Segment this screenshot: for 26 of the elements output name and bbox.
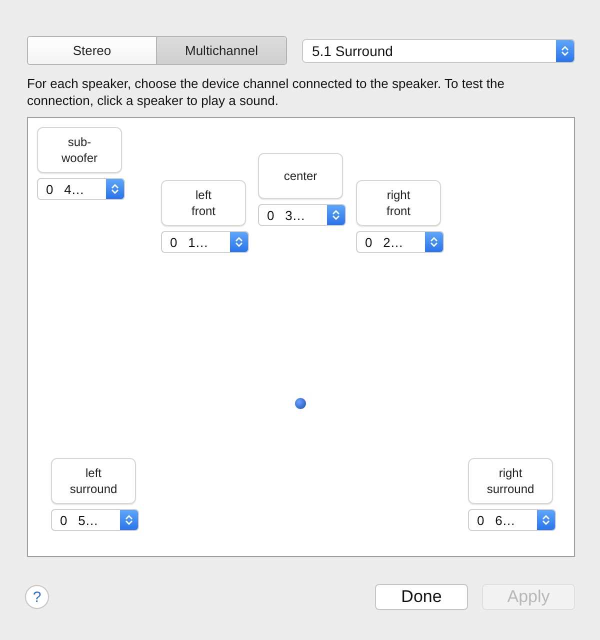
stepper-icon: [235, 236, 243, 248]
channel-dropdown[interactable]: 0 2…: [356, 231, 444, 253]
stepper-icon: [542, 514, 550, 526]
channel-dropdown[interactable]: 0 6…: [468, 509, 556, 531]
speaker-button[interactable]: left surround: [51, 458, 136, 504]
stepper-icon: [561, 44, 569, 56]
help-button[interactable]: ?: [25, 585, 49, 609]
stepper-icon: [111, 183, 119, 195]
channel-dropdown[interactable]: 0 4…: [37, 178, 125, 200]
speaker-button[interactable]: left front: [161, 180, 246, 226]
channel-dropdown[interactable]: 0 1…: [161, 231, 249, 253]
stepper-icon: [125, 514, 133, 526]
configuration-dropdown[interactable]: 5.1 Surround: [302, 38, 575, 62]
dialog-button[interactable]: Done: [375, 584, 468, 610]
speaker-button[interactable]: right surround: [468, 458, 553, 504]
stepper-icon: [430, 236, 438, 248]
listener-dot: [295, 398, 306, 409]
channel-dropdown[interactable]: 0 3…: [258, 204, 346, 226]
mode-tab[interactable]: Stereo: [28, 37, 157, 64]
instructions-text: For each speaker, choose the device channel connected to the speaker. To test the connection, click a speaker to play a sound.: [27, 75, 506, 109]
stepper-icon: [332, 209, 340, 221]
channel-dropdown[interactable]: 0 5…: [51, 509, 139, 531]
speaker-button[interactable]: right front: [356, 180, 441, 226]
mode-tab[interactable]: Multichannel: [157, 37, 286, 64]
speaker-button[interactable]: center: [258, 153, 343, 199]
speaker-button[interactable]: sub- woofer: [37, 127, 122, 173]
